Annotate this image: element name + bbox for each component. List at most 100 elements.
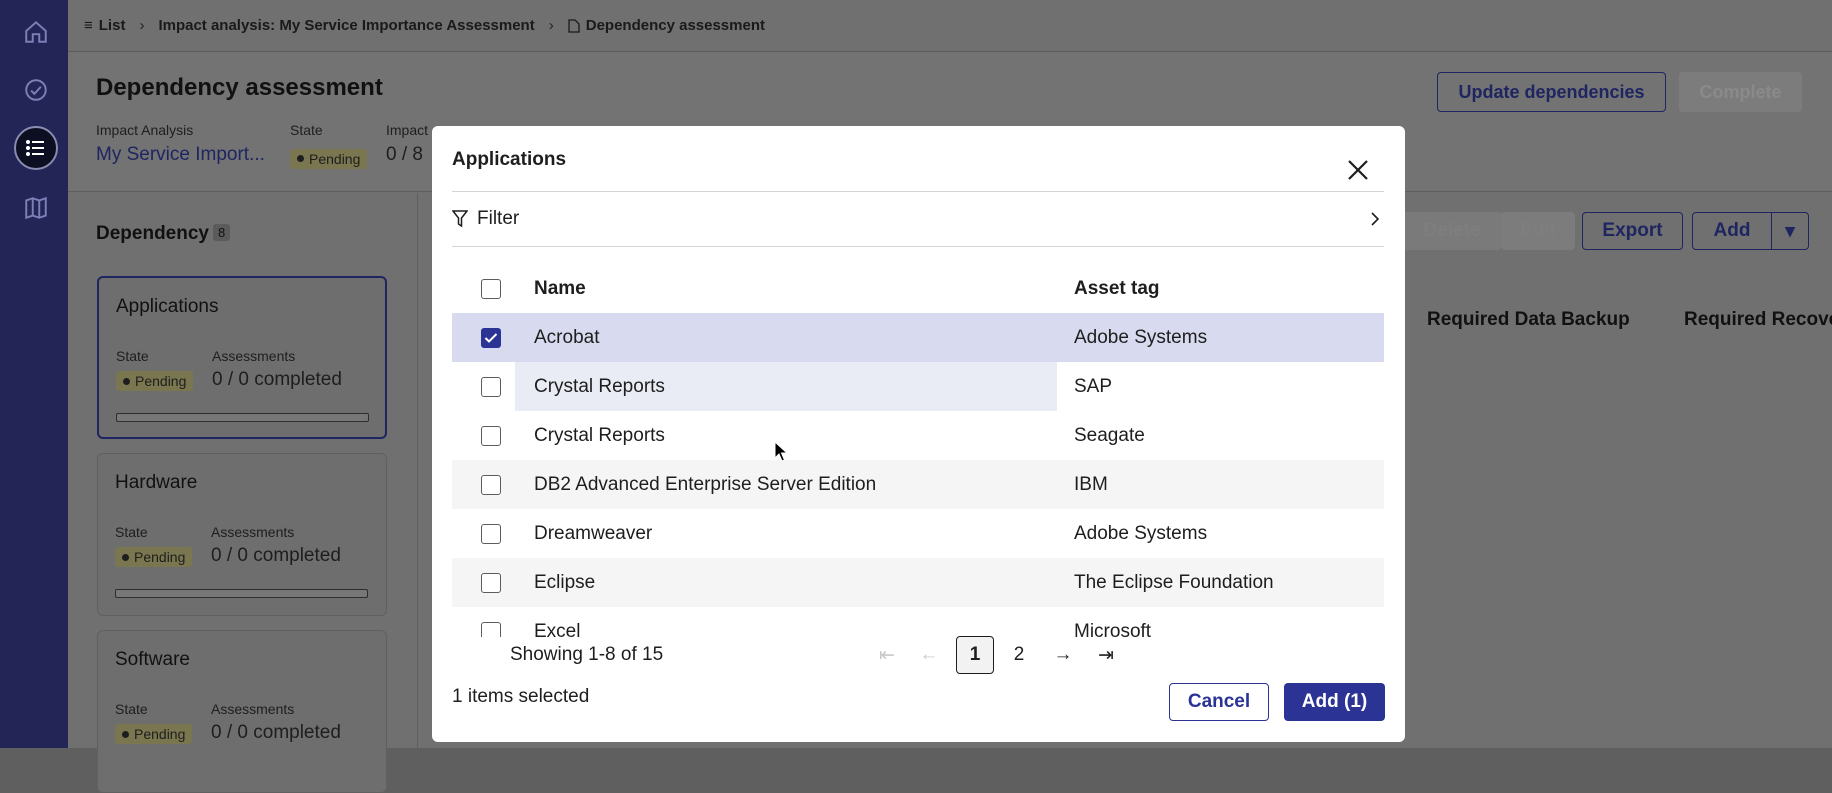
row-asset-tag: SAP bbox=[1074, 375, 1113, 397]
filter-label: Filter bbox=[477, 208, 520, 229]
delete-button[interactable]: Delete bbox=[1402, 212, 1502, 250]
first-page-icon[interactable]: ⇤ bbox=[868, 636, 906, 674]
card-state-badge: Pending bbox=[115, 724, 193, 744]
table-header-row: Name Asset tag bbox=[452, 264, 1384, 313]
row-checkbox[interactable] bbox=[481, 573, 501, 593]
table-row[interactable]: Eclipse The Eclipse Foundation bbox=[452, 558, 1384, 607]
home-icon[interactable] bbox=[14, 10, 58, 54]
table-row[interactable]: Crystal Reports Seagate bbox=[452, 411, 1384, 460]
table-row[interactable]: Crystal Reports SAP bbox=[452, 362, 1384, 411]
chevron-down-icon[interactable]: ▾ bbox=[1771, 213, 1808, 249]
pagination: Showing 1-8 of 15 ⇤ ← 1 2 → ⇥ bbox=[432, 626, 1405, 686]
add-split-button: Add ▾ bbox=[1692, 212, 1809, 250]
selected-count: 1 items selected bbox=[452, 686, 590, 707]
side-nav-rail bbox=[0, 0, 68, 748]
filter-bar[interactable]: Filter bbox=[452, 191, 1384, 247]
column-header-recovery[interactable]: Required Recove bbox=[1684, 309, 1832, 331]
chevron-right-icon bbox=[1370, 211, 1380, 227]
edit-button[interactable]: Edit bbox=[1501, 212, 1575, 250]
dependency-card-software[interactable]: Software State Assessments Pending 0 / 0… bbox=[97, 630, 387, 793]
row-name: Crystal Reports bbox=[534, 424, 665, 446]
card-state-label: State bbox=[116, 348, 149, 364]
page-button-current[interactable]: 1 bbox=[956, 636, 994, 674]
breadcrumb-separator-icon: › bbox=[548, 17, 554, 34]
add-button[interactable]: Add bbox=[1693, 220, 1771, 242]
state-label: State bbox=[290, 122, 323, 138]
impact-label: Impact bbox=[386, 122, 429, 138]
row-name: Acrobat bbox=[534, 326, 600, 348]
row-asset-tag: Adobe Systems bbox=[1074, 326, 1208, 348]
mouse-cursor-icon bbox=[774, 441, 788, 463]
card-assessments-label: Assessments bbox=[211, 701, 295, 717]
impact-analysis-link[interactable]: My Service Import... bbox=[96, 144, 265, 166]
table-row[interactable]: Acrobat Adobe Systems bbox=[452, 313, 1384, 362]
table-row[interactable]: DB2 Advanced Enterprise Server Edition I… bbox=[452, 460, 1384, 509]
row-asset-tag: Adobe Systems bbox=[1074, 522, 1208, 544]
update-dependencies-button[interactable]: Update dependencies bbox=[1437, 72, 1666, 112]
row-checkbox[interactable] bbox=[481, 524, 501, 544]
page-button[interactable]: 2 bbox=[1000, 636, 1038, 674]
applications-table: Name Asset tag Acrobat Adobe Systems Cry… bbox=[452, 264, 1384, 637]
card-state-badge: Pending bbox=[116, 371, 194, 391]
column-header-name[interactable]: Name bbox=[534, 278, 586, 300]
impact-analysis-label: Impact Analysis bbox=[96, 122, 194, 138]
breadcrumb-current: Dependency assessment bbox=[585, 17, 765, 34]
last-page-icon[interactable]: ⇥ bbox=[1087, 636, 1125, 674]
dependency-card-applications[interactable]: Applications State Assessments Pending 0… bbox=[97, 276, 387, 439]
list-icon[interactable] bbox=[14, 126, 58, 170]
card-state-label: State bbox=[115, 701, 148, 717]
card-assessments-value: 0 / 0 completed bbox=[212, 369, 342, 390]
close-icon[interactable] bbox=[1344, 156, 1372, 184]
breadcrumb-impact-link[interactable]: Impact analysis: My Service Importance A… bbox=[158, 17, 534, 34]
card-state-label: State bbox=[115, 524, 148, 540]
prev-page-icon[interactable]: ← bbox=[910, 636, 948, 674]
card-state-badge: Pending bbox=[115, 547, 193, 567]
row-name: Eclipse bbox=[534, 571, 596, 593]
card-progress-bar bbox=[115, 589, 368, 598]
state-badge: Pending bbox=[290, 146, 368, 169]
row-checkbox[interactable] bbox=[481, 328, 501, 348]
modal-title: Applications bbox=[452, 149, 567, 170]
add-selected-button[interactable]: Add (1) bbox=[1284, 683, 1385, 721]
select-all-checkbox[interactable] bbox=[481, 279, 501, 299]
row-checkbox[interactable] bbox=[481, 426, 501, 446]
card-title: Applications bbox=[116, 296, 219, 317]
list-menu-icon: ≡ bbox=[84, 17, 93, 34]
page-title: Dependency assessment bbox=[96, 74, 383, 101]
row-asset-tag: Seagate bbox=[1074, 424, 1145, 446]
card-title: Hardware bbox=[115, 472, 198, 493]
next-page-icon[interactable]: → bbox=[1044, 636, 1082, 674]
card-assessments-label: Assessments bbox=[211, 524, 295, 540]
card-title: Software bbox=[115, 649, 190, 670]
filter-icon bbox=[452, 210, 468, 228]
cancel-button[interactable]: Cancel bbox=[1169, 683, 1269, 721]
export-button[interactable]: Export bbox=[1582, 212, 1683, 250]
dependency-count-badge: 8 bbox=[213, 224, 231, 241]
dependency-panel: Dependency 8 Applications State Assessme… bbox=[68, 193, 418, 793]
card-assessments-label: Assessments bbox=[212, 348, 296, 364]
dependency-title: Dependency bbox=[96, 223, 209, 244]
card-assessments-value: 0 / 0 completed bbox=[211, 545, 341, 566]
card-assessments-value: 0 / 0 completed bbox=[211, 722, 341, 743]
breadcrumb: ≡ List › Impact analysis: My Service Imp… bbox=[68, 0, 1832, 52]
breadcrumb-list-link[interactable]: List bbox=[99, 17, 126, 34]
breadcrumb-separator-icon: › bbox=[139, 17, 145, 34]
dependency-card-hardware[interactable]: Hardware State Assessments Pending 0 / 0… bbox=[97, 453, 387, 616]
pagination-summary: Showing 1-8 of 15 bbox=[510, 644, 664, 665]
row-name: DB2 Advanced Enterprise Server Edition bbox=[534, 473, 877, 495]
column-header-asset-tag[interactable]: Asset tag bbox=[1074, 278, 1160, 300]
complete-button[interactable]: Complete bbox=[1679, 72, 1802, 112]
column-header-data-backup[interactable]: Required Data Backup bbox=[1427, 309, 1630, 331]
row-checkbox[interactable] bbox=[481, 377, 501, 397]
table-row[interactable]: Dreamweaver Adobe Systems bbox=[452, 509, 1384, 558]
applications-modal: Applications Filter Name Asset tag Acrob… bbox=[432, 126, 1405, 742]
card-progress-bar bbox=[116, 413, 369, 422]
row-asset-tag: IBM bbox=[1074, 473, 1108, 495]
map-icon[interactable] bbox=[14, 186, 58, 230]
check-circle-icon[interactable] bbox=[14, 68, 58, 112]
document-icon bbox=[568, 18, 580, 33]
impact-value: 0 / 8 bbox=[386, 144, 423, 165]
row-checkbox[interactable] bbox=[481, 475, 501, 495]
row-name: Dreamweaver bbox=[534, 522, 653, 544]
row-asset-tag: The Eclipse Foundation bbox=[1074, 571, 1274, 593]
